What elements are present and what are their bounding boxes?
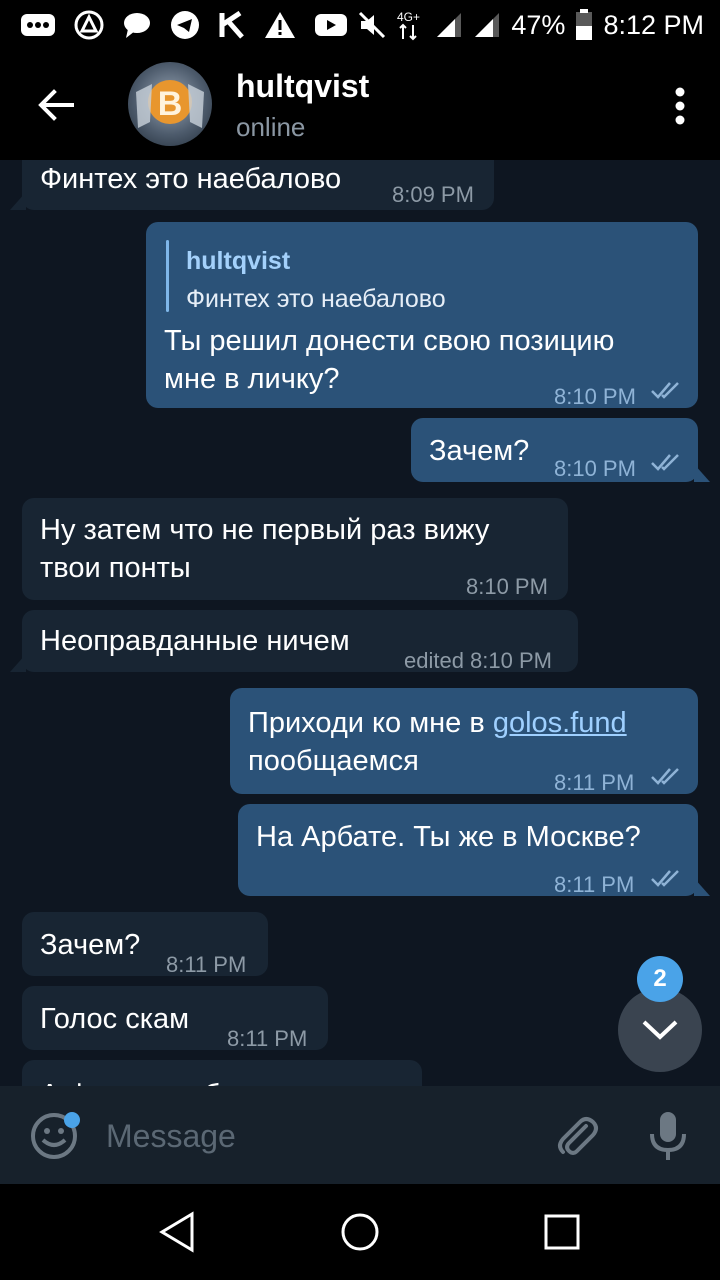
message-text: Приходи ко мне в golos.fund [248, 704, 627, 742]
chat-title[interactable]: hultqvist [236, 68, 369, 105]
reply-bar [166, 240, 169, 312]
incoming-message[interactable]: Ну затем что не первый раз вижу твои пон… [22, 498, 568, 600]
back-button[interactable] [32, 80, 82, 130]
read-ticks-icon [651, 454, 679, 471]
chevron-down-icon [642, 1020, 678, 1040]
more-vertical-icon [675, 87, 685, 125]
message-text: мне в личку? [164, 363, 340, 395]
message-time: 8:11 PM [166, 952, 247, 977]
incoming-message[interactable]: Голос скам 8:11 PM [22, 986, 328, 1051]
bitcoin-icon: B [136, 80, 204, 128]
clock: 8:12 PM [603, 9, 704, 40]
status-bar: 4G+ 47% 8:12 PM [0, 0, 720, 50]
battery-icon [575, 9, 593, 41]
circle-home-icon [341, 1213, 379, 1251]
youtube-icon [314, 12, 348, 38]
read-ticks-icon [651, 382, 679, 399]
square-recents-icon [544, 1214, 580, 1250]
outgoing-message[interactable]: Зачем? 8:10 PM [411, 418, 698, 482]
microphone-icon [650, 1112, 686, 1160]
golos-fund-link[interactable]: golos.fund [493, 707, 627, 739]
svg-text:B: B [158, 85, 183, 123]
read-ticks-icon [651, 870, 679, 887]
message-composer [0, 1086, 720, 1184]
paperclip-icon [558, 1117, 598, 1155]
message-input[interactable] [104, 1110, 528, 1162]
network-type-icon: 4G+ [397, 9, 425, 41]
chat-header: B hultqvist online [0, 50, 720, 160]
bubble-tail [694, 464, 710, 482]
notification-dot [64, 1112, 80, 1128]
nav-recents-button[interactable] [540, 1210, 584, 1254]
message-text-prefix: Приходи ко мне в [248, 707, 493, 739]
message-text: На Арбате. Ты же в Москве? [256, 821, 641, 853]
message-text: Зачем? [429, 435, 530, 467]
chat-bubble-icon [122, 11, 152, 39]
outgoing-message[interactable]: Приходи ко мне в golos.fund пообщаемся 8… [230, 688, 698, 795]
reply-author[interactable]: hultqvist [186, 242, 290, 280]
voice-record-button[interactable] [646, 1110, 690, 1162]
outgoing-message[interactable]: hultqvist Финтех это наебалово Ты решил … [146, 222, 698, 409]
telegram-icon [170, 10, 200, 40]
nav-home-button[interactable] [338, 1210, 382, 1254]
arrow-left-icon [38, 89, 74, 121]
incoming-message[interactable]: Зачем? 8:11 PM [22, 912, 268, 977]
avatar[interactable]: B [128, 62, 212, 146]
incoming-message[interactable]: А фуил там более [22, 1060, 422, 1086]
message-text: Ну затем что не первый раз вижу [40, 514, 490, 546]
signal-icon [435, 11, 463, 39]
incoming-message[interactable]: Неоправданные ничем edited 8:10 PM [22, 610, 578, 673]
message-list[interactable]: Финтех это наебалово 8:09 PM hultqvist Ф… [0, 160, 720, 1086]
bubble-tail [10, 192, 26, 210]
battery-percent: 47% [511, 9, 566, 40]
message-time: 8:09 PM [392, 182, 474, 207]
triangle-back-icon [159, 1211, 194, 1253]
nav-back-button[interactable] [156, 1210, 200, 1254]
system-nav-bar [0, 1184, 720, 1280]
message-text: твои понты [40, 552, 191, 584]
message-text: пообщаемся [248, 745, 419, 777]
message-time: 8:11 PM [554, 872, 635, 897]
bubble-tail [10, 654, 26, 672]
message-text: Финтех это наебалово [40, 163, 342, 195]
message-text: Голос скам [40, 1003, 190, 1035]
message-text: Зачем? [40, 929, 141, 961]
bubble-tail [694, 878, 710, 896]
message-text: А фуил там более [40, 1076, 285, 1086]
more-icon [20, 12, 56, 38]
message-time: 8:11 PM [227, 1026, 308, 1051]
message-text: Неоправданные ничем [40, 625, 350, 657]
message-time: 8:10 PM [554, 384, 636, 409]
incoming-message[interactable]: Финтех это наебалово 8:09 PM [22, 160, 494, 210]
warning-icon [264, 11, 296, 39]
message-time: 8:10 PM [554, 456, 636, 481]
read-ticks-icon [651, 768, 679, 785]
attach-button[interactable] [552, 1112, 600, 1160]
reply-quote[interactable]: Финтех это наебалово [186, 280, 446, 318]
outgoing-message[interactable]: На Арбате. Ты же в Москве? 8:11 PM [238, 804, 698, 897]
message-time: 8:10 PM [466, 574, 548, 599]
chat-status: online [236, 112, 306, 142]
signal-icon [473, 11, 501, 39]
mute-icon [357, 10, 387, 40]
message-text: Ты решил донести свою позицию [164, 325, 615, 357]
k-icon [218, 11, 246, 39]
unread-count-badge: 2 [637, 956, 683, 1002]
message-time: edited 8:10 PM [404, 648, 552, 673]
svg-text:4G+: 4G+ [397, 10, 420, 24]
message-time: 8:11 PM [554, 770, 635, 795]
nearby-icon [74, 10, 104, 40]
more-menu-button[interactable] [674, 86, 686, 126]
